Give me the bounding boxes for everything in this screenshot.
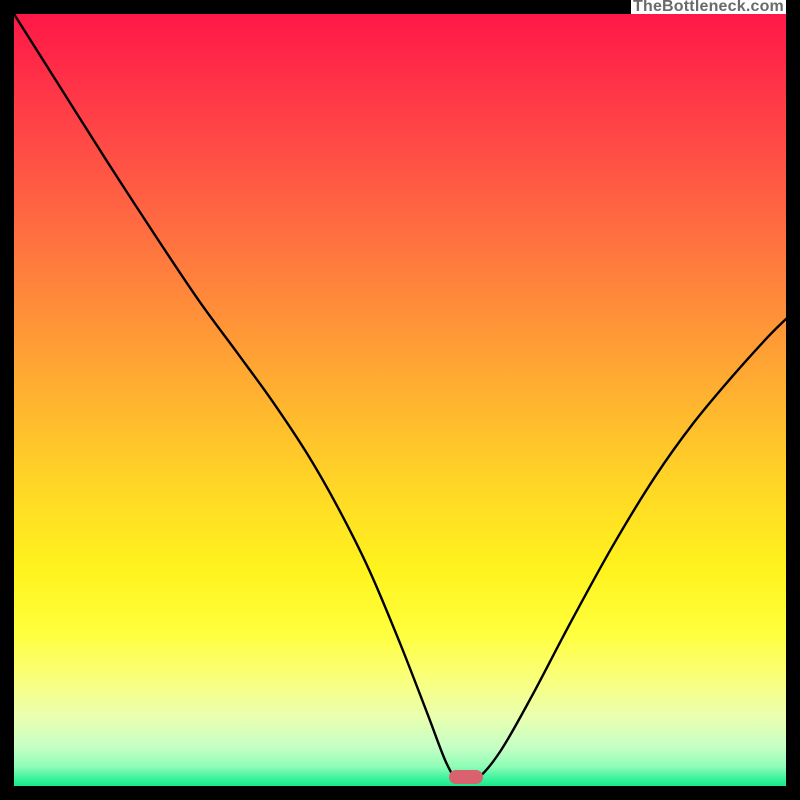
frame-border-bottom <box>0 786 800 800</box>
optimal-marker <box>449 770 483 784</box>
plot-area <box>14 14 786 786</box>
bottleneck-curve <box>14 14 786 786</box>
chart-stage: TheBottleneck.com <box>0 0 800 800</box>
watermark-label: TheBottleneck.com <box>631 0 786 14</box>
frame-border-left <box>0 0 14 800</box>
frame-border-right <box>786 0 800 800</box>
